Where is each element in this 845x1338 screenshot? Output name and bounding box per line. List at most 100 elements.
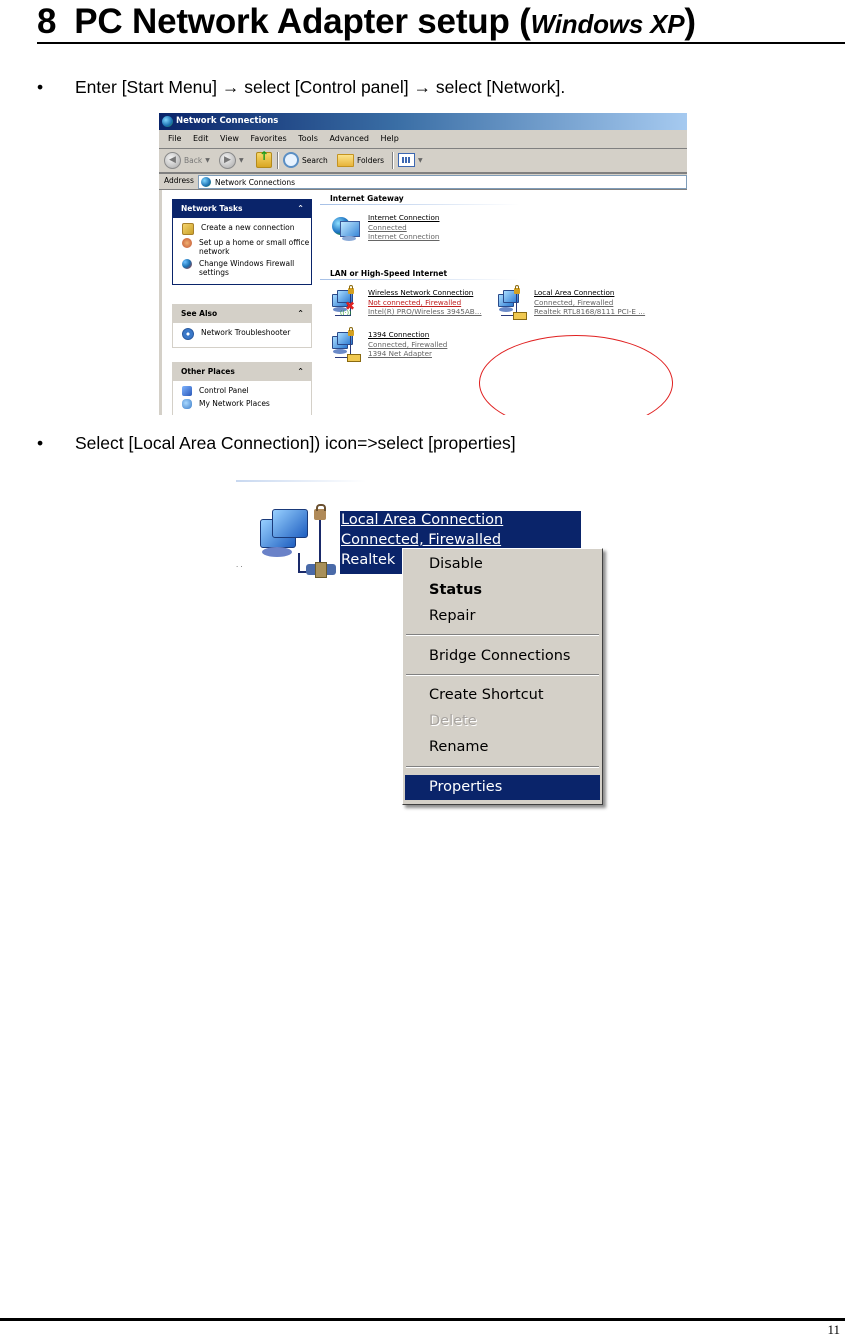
address-bar: Address Network Connections <box>159 174 687 190</box>
title-os: Windows XP <box>530 9 685 39</box>
toolbar-separator <box>392 152 394 169</box>
see-also-panel: See Also ⌃ Network Troubleshooter <box>172 304 312 348</box>
title-rule <box>37 42 845 44</box>
up-folder-button[interactable] <box>256 149 272 168</box>
connection-local-area[interactable]: Local Area Connection Connected, Firewal… <box>496 285 645 322</box>
title-close: ) <box>684 2 696 41</box>
step-1: • Enter [Start Menu] → select [Control pa… <box>37 77 565 98</box>
new-connection-icon <box>182 223 194 235</box>
bullet-icon: • <box>37 77 44 97</box>
step-text: Select [Local Area Connection]) icon=>se… <box>75 433 516 453</box>
network-globe-icon <box>162 116 173 127</box>
task-create-connection[interactable]: Create a new connection <box>182 223 311 235</box>
network-tasks-panel: Network Tasks ⌃ Create a new connection … <box>172 199 312 285</box>
menu-item-rename[interactable]: Rename <box>405 735 600 760</box>
menu-edit[interactable]: Edit <box>193 130 209 148</box>
network-plug-icon <box>306 562 336 578</box>
task-firewall-settings[interactable]: Change Windows Firewall settings <box>182 259 311 277</box>
window-content: Network Tasks ⌃ Create a new connection … <box>159 190 687 415</box>
task-pane: Network Tasks ⌃ Create a new connection … <box>159 190 322 415</box>
dropdown-caret-icon: ▼ <box>205 156 210 164</box>
menu-view[interactable]: View <box>220 130 239 148</box>
address-input[interactable]: Network Connections <box>198 175 687 189</box>
folders-icon <box>337 153 354 167</box>
folders-button[interactable]: Folders <box>337 152 384 168</box>
wireless-connection-icon: ✖ ((·)) <box>330 285 364 322</box>
views-button[interactable]: ▼ <box>398 152 423 168</box>
footer-rule <box>0 1318 845 1321</box>
internet-gateway-icon <box>330 213 364 247</box>
menu-file[interactable]: File <box>168 130 181 148</box>
truncated-text-fragment: . . <box>236 560 243 569</box>
dropdown-caret-icon: ▼ <box>418 156 423 164</box>
menu-separator <box>406 634 599 636</box>
context-menu-screenshot: . . Local Area Connection Connected, Fir… <box>236 480 611 810</box>
menu-bar: File Edit View Favorites Tools Advanced … <box>159 130 687 149</box>
menu-item-properties[interactable]: Properties <box>405 775 600 800</box>
menu-help[interactable]: Help <box>381 130 399 148</box>
info-icon <box>182 328 194 340</box>
selected-connection-device: Realtek <box>341 552 396 568</box>
title-text: PC Network Adapter setup ( <box>74 2 531 41</box>
group-divider <box>320 279 520 280</box>
link-control-panel[interactable]: Control Panel <box>182 386 311 396</box>
window-title: Network Connections <box>176 116 279 126</box>
selected-connection-status: Connected, Firewalled <box>341 532 502 548</box>
page-title: 8 PC Network Adapter setup (Windows XP) <box>37 2 696 42</box>
home-network-icon <box>182 238 192 248</box>
back-button[interactable]: ◀ Back ▼ <box>164 151 210 169</box>
menu-favorites[interactable]: Favorites <box>251 130 287 148</box>
bullet-icon: • <box>37 433 44 453</box>
search-button[interactable]: Search <box>283 152 328 168</box>
toolbar: ◀ Back ▼ ▶ ▼ Search Folders ▼ <box>159 149 687 174</box>
menu-separator <box>406 674 599 676</box>
wireless-signal-icon: ((·)) <box>340 310 352 317</box>
network-tasks-header[interactable]: Network Tasks ⌃ <box>172 199 312 218</box>
connection-internet[interactable]: Internet Connection Connected Internet C… <box>330 213 440 247</box>
network-globe-icon <box>201 177 211 187</box>
page-number: 11 <box>827 1322 840 1337</box>
selected-connection-name: Local Area Connection <box>341 512 504 528</box>
group-header: LAN or High-Speed Internet <box>330 269 448 278</box>
lan-connection-icon[interactable] <box>258 504 338 578</box>
menu-item-status[interactable]: Status <box>405 578 600 603</box>
menu-item-bridge-connections[interactable]: Bridge Connections <box>405 644 600 669</box>
see-also-header[interactable]: See Also ⌃ <box>172 304 312 323</box>
group-header: Internet Gateway <box>330 194 404 203</box>
control-panel-icon <box>182 386 192 396</box>
back-arrow-icon: ◀ <box>164 151 181 169</box>
link-network-troubleshooter[interactable]: Network Troubleshooter <box>182 328 311 340</box>
firewall-icon <box>182 259 192 269</box>
collapse-chevron-icon[interactable]: ⌃ <box>297 304 304 323</box>
up-folder-icon <box>256 149 272 168</box>
forward-arrow-icon: ▶ <box>219 151 236 169</box>
toolbar-separator <box>277 152 279 169</box>
menu-advanced[interactable]: Advanced <box>329 130 369 148</box>
group-divider <box>320 204 520 205</box>
menu-item-delete: Delete <box>429 713 477 729</box>
connection-wireless[interactable]: ✖ ((·)) Wireless Network Connection Not … <box>330 285 482 322</box>
other-places-header[interactable]: Other Places ⌃ <box>172 362 312 381</box>
forward-button[interactable]: ▶ ▼ <box>219 151 244 169</box>
lock-icon <box>314 504 326 520</box>
network-places-icon <box>182 399 192 409</box>
search-icon <box>283 152 299 168</box>
context-menu: Disable Status Repair Bridge Connections… <box>402 548 603 805</box>
connection-1394[interactable]: 1394 Connection Connected, Firewalled 13… <box>330 327 447 364</box>
menu-item-repair[interactable]: Repair <box>405 604 600 629</box>
collapse-chevron-icon[interactable]: ⌃ <box>297 199 304 218</box>
link-my-network-places[interactable]: My Network Places <box>182 399 311 409</box>
menu-separator <box>406 766 599 768</box>
step-2: • Select [Local Area Connection]) icon=>s… <box>37 433 516 454</box>
collapse-chevron-icon[interactable]: ⌃ <box>297 362 304 381</box>
lan-connection-icon <box>330 327 364 364</box>
menu-tools[interactable]: Tools <box>298 130 318 148</box>
task-home-network[interactable]: Set up a home or small office network <box>182 238 311 256</box>
lan-connection-icon <box>496 285 530 322</box>
menu-item-disable[interactable]: Disable <box>405 552 600 577</box>
step-text: Enter [Start Menu] → select [Control pan… <box>75 77 566 97</box>
section-number: 8 <box>37 2 57 41</box>
menu-item-create-shortcut[interactable]: Create Shortcut <box>405 683 600 708</box>
address-label: Address <box>164 176 194 185</box>
network-connections-screenshot: Network Connections File Edit View Favor… <box>159 113 687 415</box>
